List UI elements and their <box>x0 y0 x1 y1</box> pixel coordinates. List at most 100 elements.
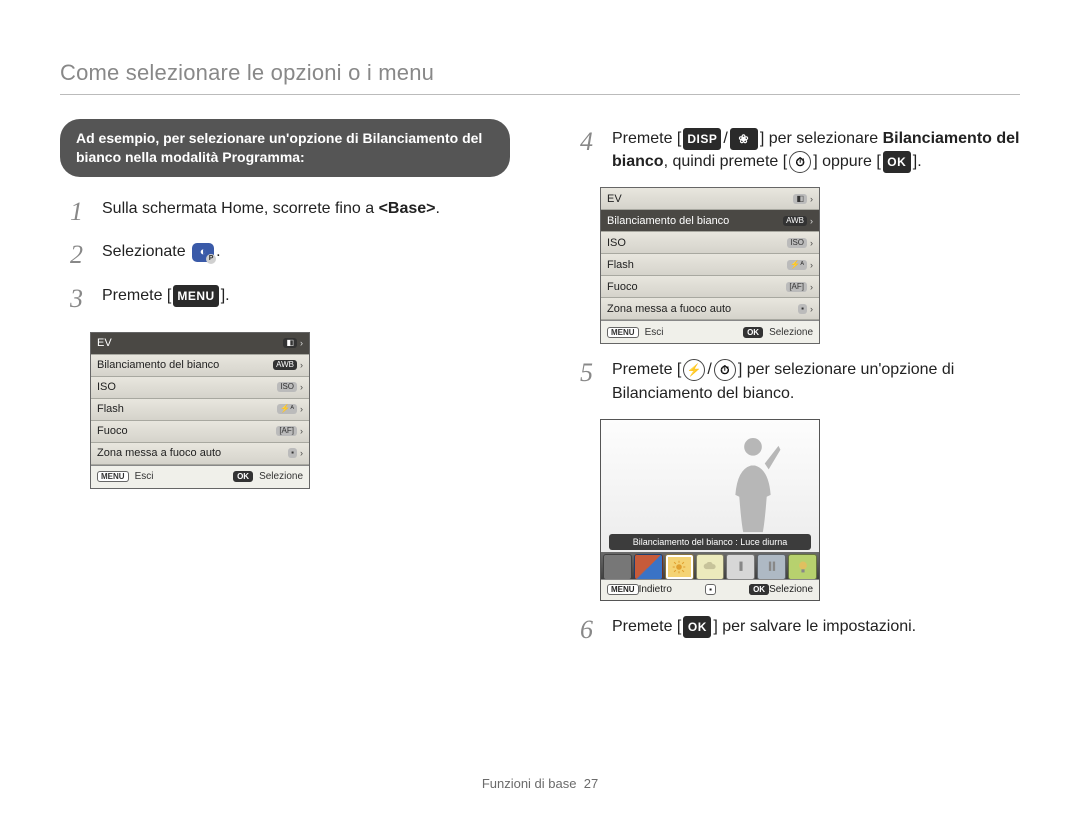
menu-row: Flash ⚡ᴬ› <box>601 254 819 276</box>
menu-footer: MENUEsci OKSelezione <box>91 465 309 488</box>
camera-menu-screenshot-a: EV ◧› Bilanciamento del bianco AWB› ISO … <box>90 332 310 489</box>
flash-button-icon: ⚡ <box>683 359 705 381</box>
cloud-icon <box>703 562 717 572</box>
chevron-right-icon: › <box>300 382 303 392</box>
step-text: Premete [⚡/⏱] per selezionare un'opzione… <box>612 358 1020 404</box>
chevron-right-icon: › <box>810 282 813 292</box>
ev-icon: ◧ <box>793 194 807 204</box>
sun-icon <box>672 560 686 574</box>
chevron-right-icon: › <box>810 194 813 204</box>
two-column-layout: Ad esempio, per selezionare un'opzione d… <box>60 119 1020 658</box>
chevron-right-icon: › <box>810 260 813 270</box>
step-number: 6 <box>580 611 598 649</box>
menu-rows: EV ◧› Bilanciamento del bianco AWB› ISO … <box>601 188 819 320</box>
chevron-right-icon: › <box>810 216 813 226</box>
chevron-right-icon: › <box>300 426 303 436</box>
menu-button-icon: MENU <box>173 285 218 307</box>
right-column: 4 Premete [DISP/❀] per selezionare Bilan… <box>570 119 1020 658</box>
camera-menu-screenshot-b: EV ◧› Bilanciamento del bianco AWB› ISO … <box>600 187 820 344</box>
example-callout: Ad esempio, per selezionare un'opzione d… <box>60 119 510 177</box>
chevron-right-icon: › <box>300 448 303 458</box>
wb-chip <box>603 554 632 580</box>
step-number: 2 <box>70 236 88 274</box>
step-text: Premete [OK] per salvare le impostazioni… <box>612 615 916 638</box>
flash-auto-icon: ⚡ᴬ <box>787 260 807 270</box>
wb-chip <box>788 554 817 580</box>
step-text: Sulla schermata Home, scorrete fino a <B… <box>102 197 440 220</box>
step-2: 2 Selezionate ◐ P . <box>70 240 510 274</box>
step-text: Selezionate ◐ P . <box>102 240 221 263</box>
wb-chip <box>757 554 786 580</box>
wb-chip <box>696 554 725 580</box>
step-text: Premete [DISP/❀] per selezionare Bilanci… <box>612 127 1020 173</box>
wb-chip <box>726 554 755 580</box>
menu-row: Flash ⚡ᴬ› <box>91 399 309 421</box>
flash-auto-icon: ⚡ᴬ <box>277 404 297 414</box>
chevron-right-icon: › <box>810 238 813 248</box>
step-6: 6 Premete [OK] per salvare le impostazio… <box>580 615 1020 649</box>
menu-row: EV ◧› <box>91 333 309 355</box>
left-column: Ad esempio, per selezionare un'opzione d… <box>60 119 510 658</box>
step-1: 1 Sulla schermata Home, scorrete fino a … <box>70 197 510 231</box>
wb-preview-screenshot: Bilanciamento del bianco : Luce diurna <box>600 419 820 601</box>
sample-photo-silhouette <box>723 438 783 536</box>
ev-icon: ◧ <box>283 338 297 348</box>
program-mode-icon: ◐ P <box>192 243 214 262</box>
ok-badge-icon: OK <box>233 471 253 482</box>
page-footer: Funzioni di base 27 <box>0 776 1080 791</box>
chevron-right-icon: › <box>300 404 303 414</box>
af-icon: [AF] <box>276 426 297 436</box>
step-number: 4 <box>580 123 598 161</box>
step-number: 3 <box>70 280 88 318</box>
step-5: 5 Premete [⚡/⏱] per selezionare un'opzio… <box>580 358 1020 404</box>
menu-rows: EV ◧› Bilanciamento del bianco AWB› ISO … <box>91 333 309 465</box>
step-3: 3 Premete [MENU]. <box>70 284 510 318</box>
menu-row: Zona messa a fuoco auto ▪› <box>601 298 819 320</box>
ok-badge-icon: OK <box>743 327 763 338</box>
wb-caption: Bilanciamento del bianco : Luce diurna <box>609 534 811 550</box>
awb-icon: AWB <box>273 360 297 370</box>
chevron-right-icon: › <box>810 304 813 314</box>
step-text: Premete [MENU]. <box>102 284 230 307</box>
menu-badge-icon: MENU <box>607 327 639 338</box>
disp-button-icon: DISP <box>683 128 721 150</box>
menu-row: Bilanciamento del bianco AWB› <box>91 355 309 377</box>
menu-row: Bilanciamento del bianco AWB› <box>601 210 819 232</box>
menu-badge-icon: MENU <box>607 584 639 595</box>
ok-badge-icon: OK <box>749 584 769 595</box>
focus-area-icon: ▪ <box>288 448 297 458</box>
af-icon: [AF] <box>786 282 807 292</box>
timer-button-icon: ⏱ <box>714 359 736 381</box>
title-rule <box>60 94 1020 95</box>
manual-page: Come selezionare le opzioni o i menu Ad … <box>0 0 1080 815</box>
menu-row: ISO ISO› <box>91 377 309 399</box>
wb-chip-selected <box>665 554 694 580</box>
menu-row: Zona messa a fuoco auto ▪› <box>91 443 309 465</box>
fluorescent-icon <box>735 560 747 574</box>
iso-icon: ISO <box>787 238 807 248</box>
menu-row: Fuoco [AF]› <box>601 276 819 298</box>
wb-footer: MENUIndietro ▪ OKSelezione <box>601 579 819 600</box>
ok-button-icon: OK <box>683 616 711 638</box>
menu-footer: MENUEsci OKSelezione <box>601 320 819 343</box>
step-number: 1 <box>70 193 88 231</box>
wb-option-strip <box>601 552 819 582</box>
ok-button-icon: OK <box>883 151 911 173</box>
tungsten-icon <box>797 560 809 574</box>
chevron-right-icon: › <box>300 338 303 348</box>
menu-badge-icon: MENU <box>97 471 129 482</box>
wb-chip <box>634 554 663 580</box>
menu-row: Fuoco [AF]› <box>91 421 309 443</box>
macro-button-icon: ❀ <box>730 128 758 150</box>
menu-row: EV ◧› <box>601 188 819 210</box>
fluorescent2-icon <box>766 560 778 574</box>
step-number: 5 <box>580 354 598 392</box>
iso-icon: ISO <box>277 382 297 392</box>
chevron-right-icon: › <box>300 360 303 370</box>
awb-icon: AWB <box>783 216 807 226</box>
step-4: 4 Premete [DISP/❀] per selezionare Bilan… <box>580 127 1020 173</box>
menu-row: ISO ISO› <box>601 232 819 254</box>
page-title: Come selezionare le opzioni o i menu <box>60 60 1020 86</box>
timer-button-icon: ⏱ <box>789 151 811 173</box>
nav-badge-icon: ▪ <box>705 584 716 595</box>
